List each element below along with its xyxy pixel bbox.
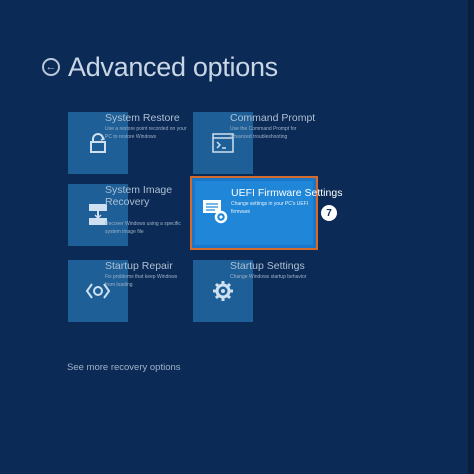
tile-title: UEFI Firmware Settings — [231, 187, 343, 199]
tile-command-prompt[interactable]: Command Prompt Use the Command Prompt fo… — [193, 112, 443, 174]
tile-description: Use a restore point recorded on your PC … — [105, 126, 187, 140]
tile-title: System Restore — [105, 112, 180, 124]
tile-description: Recover Windows using a specific system … — [105, 221, 181, 235]
recovery-screen: ← Advanced options System Restore Use a … — [0, 0, 474, 474]
tile-description: Fix problems that keep Windows from load… — [105, 274, 178, 288]
back-arrow-icon[interactable]: ← — [42, 58, 60, 76]
tile-description: Change settings in your PC's UEFI firmwa… — [231, 201, 309, 215]
tile-title: Startup Repair — [105, 260, 173, 272]
step-number-badge: 7 — [321, 205, 337, 221]
tile-startup-settings[interactable]: Startup Settings Change Windows startup … — [193, 260, 443, 322]
tile-title: Command Prompt — [230, 112, 316, 124]
uefi-settings-icon — [200, 196, 230, 226]
tile-description: Use the Command Prompt for advanced trou… — [230, 126, 297, 140]
tile-uefi-firmware-settings[interactable]: UEFI Firmware Settings Change settings i… — [190, 176, 342, 250]
tile-description: Change Windows startup behavior — [230, 274, 307, 280]
tile-title: Startup Settings — [230, 260, 305, 272]
page-title: Advanced options — [68, 52, 278, 82]
see-more-recovery-options-link[interactable]: See more recovery options — [67, 362, 181, 373]
tile-title: System Image Recovery — [105, 184, 173, 208]
